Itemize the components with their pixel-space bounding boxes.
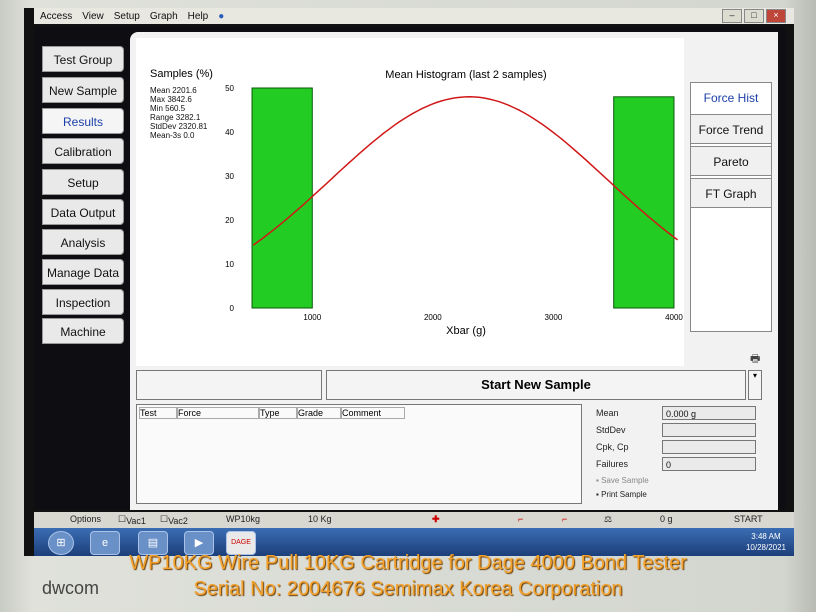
save-icon: ▪: [596, 476, 599, 485]
cartridge-label: WP10kg: [226, 514, 261, 524]
clock-time: 3:48 AM: [751, 532, 781, 541]
nav-new-sample[interactable]: New Sample: [42, 77, 124, 103]
y-tick-label: 30: [225, 172, 234, 181]
col-grade: Grade: [297, 407, 341, 419]
help-globe-icon[interactable]: ●: [218, 11, 224, 22]
status-bar: Options ☐ Vac1 ☐ Vac2 WP10kg 10 Kg ✚ ⌐ ⌐…: [34, 512, 794, 528]
stddev-label: StdDev: [596, 425, 626, 435]
maximize-button[interactable]: □: [744, 9, 764, 23]
x-tick-label: 3000: [545, 313, 563, 322]
close-button[interactable]: ×: [766, 9, 786, 23]
motor-icon-2[interactable]: ⌐: [562, 514, 567, 524]
mean-value: 0.000 g: [662, 406, 756, 420]
force-readout: 0 g: [660, 514, 673, 524]
watermark-logo: dwcom: [42, 578, 100, 598]
nav-test-group[interactable]: Test Group: [42, 46, 124, 72]
app-window: Test Group New Sample Results Calibratio…: [34, 26, 786, 510]
caption-line-1: WP10KG Wire Pull 10KG Cartridge for Dage…: [129, 552, 687, 574]
start-status: START: [734, 514, 763, 524]
stddev-value: [662, 423, 756, 437]
stop-icon[interactable]: ✚: [432, 514, 440, 525]
tab-pareto[interactable]: Pareto: [690, 146, 772, 176]
y-tick-label: 50: [225, 84, 234, 93]
save-sample-label: Save Sample: [601, 476, 649, 485]
system-clock: 3:48 AM 10/28/2021: [746, 531, 786, 553]
tab-force-trend[interactable]: Force Trend: [690, 114, 772, 144]
col-type: Type: [259, 407, 297, 419]
nav-machine[interactable]: Machine: [42, 318, 124, 344]
nav-data-output[interactable]: Data Output: [42, 199, 124, 225]
x-tick-label: 4000: [665, 313, 683, 322]
nav-results[interactable]: Results: [42, 108, 124, 134]
print-sample-button[interactable]: ▪ Print Sample: [596, 490, 647, 499]
chart-area: Samples (%) Mean 2201.6 Max 3842.6 Min 5…: [136, 38, 684, 366]
x-tick-label: 1000: [303, 313, 321, 322]
nav-manage-data[interactable]: Manage Data: [42, 259, 124, 285]
vac1-checkbox[interactable]: ☐ Vac1: [118, 514, 146, 526]
load-label: 10 Kg: [308, 514, 332, 524]
print-icon[interactable]: 🖶: [750, 350, 760, 369]
motor-icon-1[interactable]: ⌐: [518, 514, 523, 524]
mean-label: Mean: [596, 408, 619, 418]
failures-label: Failures: [596, 459, 629, 469]
y-tick-label: 20: [225, 216, 234, 225]
col-test: Test: [139, 407, 177, 419]
col-comment: Comment: [341, 407, 405, 419]
scroll-arrow-icon[interactable]: ▾: [748, 370, 762, 400]
caption-line-2: Serial No: 2004676 Semimax Korea Corpora…: [193, 578, 623, 600]
menu-access[interactable]: Access: [40, 11, 72, 22]
results-table: Test Force Type Grade Comment: [136, 404, 582, 504]
status-box: [136, 370, 322, 400]
y-tick-label: 0: [230, 304, 235, 313]
histogram-bar: [613, 96, 675, 309]
menu-help[interactable]: Help: [188, 11, 209, 22]
nav-analysis[interactable]: Analysis: [42, 229, 124, 255]
results-panel: Samples (%) Mean 2201.6 Max 3842.6 Min 5…: [130, 32, 778, 510]
minimize-button[interactable]: –: [722, 9, 742, 23]
tab-ft-graph[interactable]: FT Graph: [690, 178, 772, 208]
printer-icon: ▪: [596, 490, 599, 499]
menu-view[interactable]: View: [82, 11, 104, 22]
histogram-bar: [251, 87, 313, 309]
failures-value: 0: [662, 457, 756, 471]
menu-setup[interactable]: Setup: [114, 11, 140, 22]
save-sample-button[interactable]: ▪ Save Sample: [596, 476, 649, 485]
menu-bar: Access View Setup Graph Help ● – □ ×: [34, 8, 794, 24]
cpk-value: [662, 440, 756, 454]
vac2-checkbox[interactable]: ☐ Vac2: [160, 514, 188, 526]
x-axis-label: Xbar (g): [446, 325, 486, 337]
nav-setup[interactable]: Setup: [42, 169, 124, 195]
table-header: Test Force Type Grade Comment: [139, 407, 405, 419]
y-tick-label: 10: [225, 260, 234, 269]
print-sample-label: Print Sample: [601, 490, 647, 499]
col-force: Force: [177, 407, 259, 419]
cpk-label: Cpk, Cp: [596, 442, 629, 452]
histogram-chart: Mean Histogram (last 2 samples) 0 10 20 30 40…: [225, 69, 683, 337]
options-button[interactable]: Options: [70, 514, 101, 524]
chart-title: Mean Histogram (last 2 samples): [385, 69, 546, 81]
nav-inspection[interactable]: Inspection: [42, 289, 124, 315]
screen: Access View Setup Graph Help ● – □ × Tes…: [24, 8, 794, 556]
x-tick-label: 2000: [424, 313, 442, 322]
menu-graph[interactable]: Graph: [150, 11, 178, 22]
scale-icon: ⚖: [604, 514, 613, 524]
y-tick-label: 40: [225, 128, 234, 137]
vac1-label: Vac1: [126, 516, 146, 526]
start-new-sample-button[interactable]: Start New Sample: [326, 370, 746, 400]
vac2-label: Vac2: [168, 516, 188, 526]
nav-calibration[interactable]: Calibration: [42, 138, 124, 164]
